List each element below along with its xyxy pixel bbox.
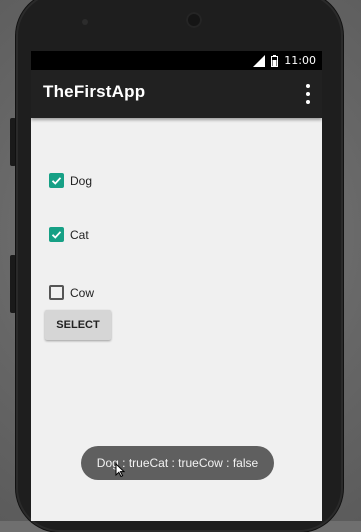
status-time: 11:00 [284,54,316,67]
app-bar: TheFirstApp [31,70,322,118]
signal-icon [253,54,266,67]
checkbox-dog-label: Dog [70,173,93,188]
checkbox-cow-row[interactable]: Cow [49,285,94,300]
mouse-cursor-icon [115,463,125,477]
checkbox-dog-row[interactable]: Dog [49,173,92,188]
checkbox-cow-label: Cow [70,285,95,300]
device-screen: 11:00 TheFirstApp Dog Cat Cow SELECT Dog… [31,51,322,521]
checkbox-dog[interactable] [49,173,64,188]
earpiece-icon [186,12,202,28]
select-button[interactable]: SELECT [45,310,111,340]
status-bar: 11:00 [31,51,322,70]
more-vert-icon[interactable] [302,84,314,104]
checkbox-cow[interactable] [49,285,64,300]
checkbox-cat-row[interactable]: Cat [49,227,89,242]
device-frame: 11:00 TheFirstApp Dog Cat Cow SELECT Dog… [0,0,361,532]
checkbox-cat[interactable] [49,227,64,242]
checkbox-cat-label: Cat [70,227,89,242]
proximity-sensor [82,19,88,25]
battery-icon [271,54,279,67]
status-icons: 11:00 [253,53,316,68]
app-title: TheFirstApp [43,82,146,101]
toast-message: Dog : trueCat : trueCow : false [81,446,274,480]
